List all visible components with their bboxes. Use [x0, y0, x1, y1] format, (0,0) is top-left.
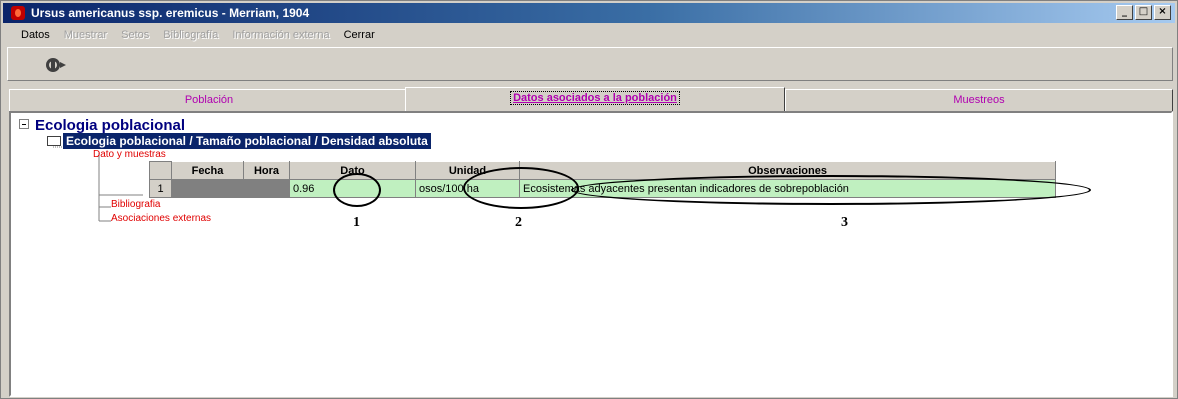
column-header-hora[interactable]: Hora [243, 161, 290, 180]
close-button[interactable]: × [1154, 5, 1171, 20]
tree-node-selected[interactable]: Ecologia poblacional / Tamaño poblaciona… [63, 133, 431, 149]
tab-datos-asociados[interactable]: Datos asociados a la población [405, 87, 785, 111]
menu-setos[interactable]: Setos [121, 26, 149, 44]
row-number[interactable]: 1 [149, 179, 172, 198]
grid-header-row: Fecha Hora Dato Unidad Observaciones [149, 161, 1056, 180]
toolbar [7, 47, 1173, 81]
tab-muestreos-label: Muestreos [953, 94, 1005, 106]
callout-number-3: 3 [841, 215, 848, 230]
tab-muestreos[interactable]: Muestreos [785, 89, 1173, 111]
menu-muestrar[interactable]: Muestrar [64, 26, 107, 44]
window-controls: _ □ × [1116, 5, 1171, 20]
column-header-unidad[interactable]: Unidad [415, 161, 520, 180]
tab-strip: Población Datos asociados a la población… [9, 87, 1173, 111]
cell-fecha[interactable] [171, 179, 244, 198]
menu-datos[interactable]: Datos [21, 26, 50, 44]
data-grid: Fecha Hora Dato Unidad Observaciones 1 0… [149, 161, 1056, 198]
window-title: Ursus americanus ssp. eremicus - Merriam… [31, 6, 310, 20]
minimize-button[interactable]: _ [1116, 5, 1133, 20]
tree-root-label: Ecologia poblacional [35, 117, 186, 134]
column-header-observaciones[interactable]: Observaciones [519, 161, 1056, 180]
cell-dato[interactable]: 0.96 [289, 179, 416, 198]
table-row[interactable]: 1 0.96 osos/100 ha Ecosistemas adyacente… [149, 179, 1056, 198]
tab-poblacion-label: Población [184, 94, 234, 106]
app-icon[interactable] [11, 6, 25, 20]
collapse-icon[interactable] [19, 119, 29, 130]
column-header-fecha[interactable]: Fecha [171, 161, 244, 180]
cell-observaciones[interactable]: Ecosistemas adyacentes presentan indicad… [519, 179, 1056, 198]
menu-bar: Datos Muestrar Setos Bibliografía Inform… [5, 26, 375, 44]
tab-poblacion[interactable]: Población [9, 89, 409, 111]
exit-button[interactable] [44, 54, 70, 76]
exit-door-icon [46, 58, 66, 72]
title-bar[interactable]: Ursus americanus ssp. eremicus - Merriam… [3, 3, 1175, 23]
maximize-button[interactable]: □ [1135, 5, 1152, 20]
content-panel: Ecologia poblacional Ecologia poblaciona… [9, 111, 1173, 397]
menu-cerrar[interactable]: Cerrar [344, 26, 375, 44]
callout-number-1: 1 [353, 215, 360, 230]
cell-unidad[interactable]: osos/100 ha [415, 179, 520, 198]
callout-number-2: 2 [515, 215, 522, 230]
tree-leaf-bibliografia[interactable]: Bibliografia [111, 199, 160, 210]
tree-leaf-dato-muestras[interactable]: Dato y muestras [93, 149, 166, 160]
app-window: Ursus americanus ssp. eremicus - Merriam… [0, 0, 1178, 399]
tab-datos-asociados-label: Datos asociados a la población [510, 91, 680, 105]
cell-hora[interactable] [243, 179, 290, 198]
menu-bibliografia[interactable]: Bibliografía [163, 26, 218, 44]
menu-informacion-externa[interactable]: Información externa [232, 26, 329, 44]
folder-icon [47, 136, 61, 146]
grid-corner [149, 161, 172, 180]
column-header-dato[interactable]: Dato [289, 161, 416, 180]
tree-root[interactable]: Ecologia poblacional [19, 117, 185, 134]
tree-leaf-asociaciones-externas[interactable]: Asociaciones externas [111, 213, 211, 224]
